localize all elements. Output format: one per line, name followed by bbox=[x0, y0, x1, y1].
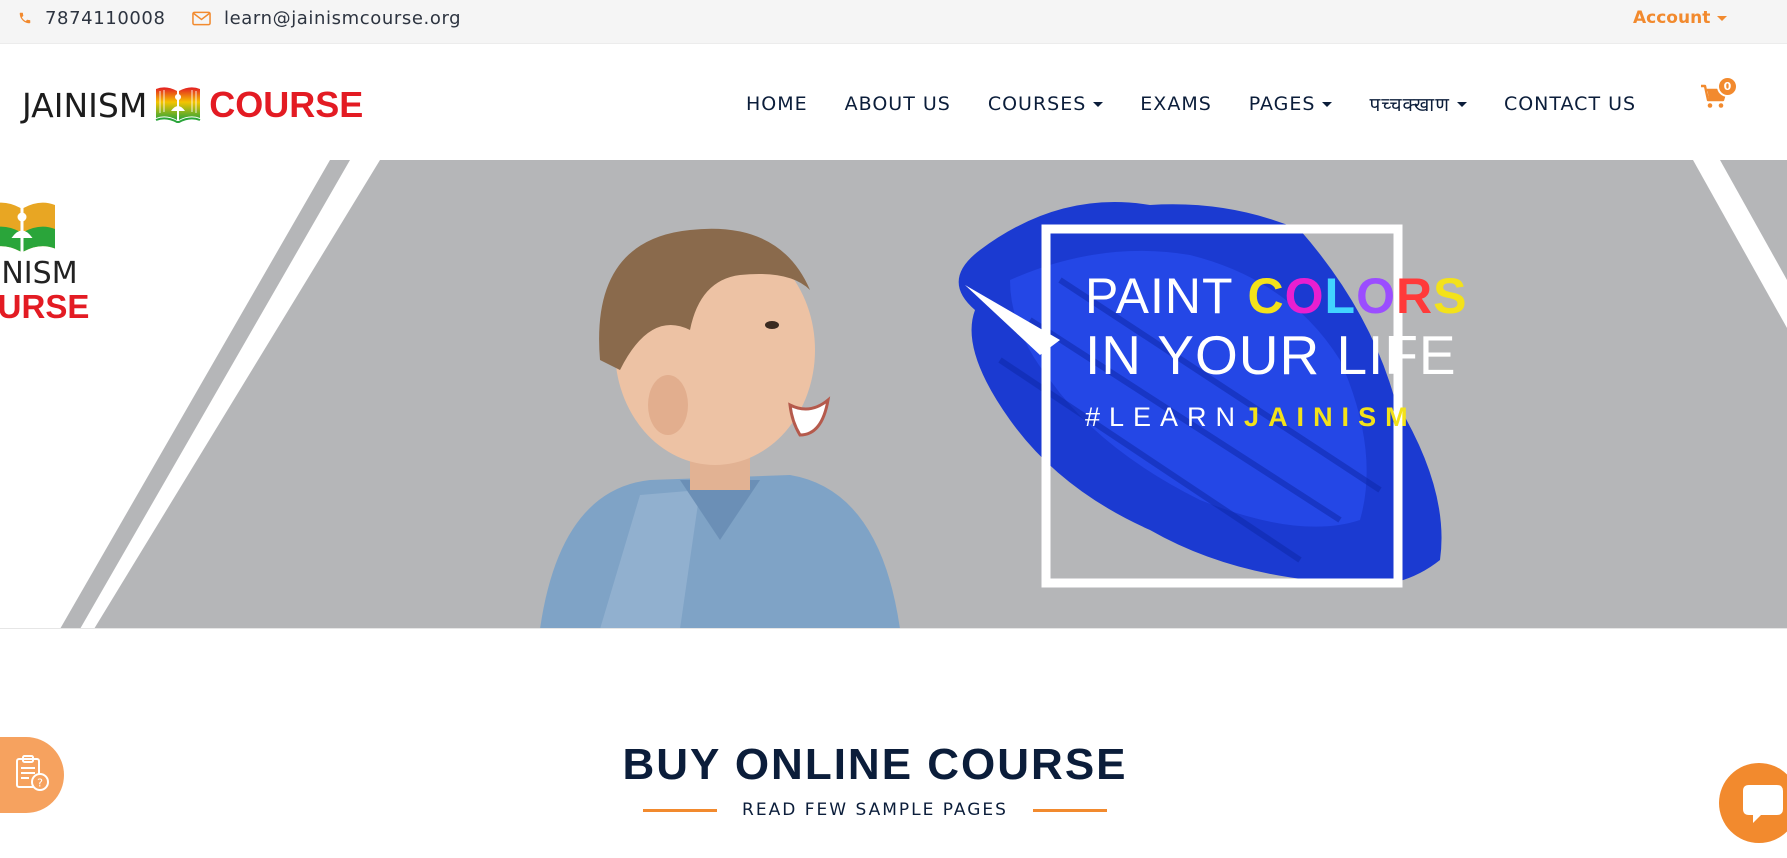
nav-home-label: HOME bbox=[746, 93, 808, 115]
section-title: BUY ONLINE COURSE bbox=[622, 740, 1128, 789]
slogan-colors-letter: C bbox=[1247, 268, 1285, 324]
banner-logo: AINISM OURSE bbox=[0, 196, 112, 326]
envelope-icon bbox=[192, 11, 211, 26]
nav-pages[interactable]: PAGES bbox=[1249, 93, 1333, 115]
slogan-paint: PAINT bbox=[1085, 268, 1248, 324]
section-subtitle: READ FEW SAMPLE PAGES bbox=[742, 800, 1008, 820]
main-nav: HOME ABOUT US COURSES EXAMS PAGES पच्चक्… bbox=[746, 90, 1673, 118]
nav-pachchakkhan[interactable]: पच्चक्खाण bbox=[1369, 91, 1467, 117]
slogan-colors-letter: L bbox=[1324, 268, 1357, 324]
email-address: learn@jainismcourse.org bbox=[224, 7, 462, 29]
cart-count-badge: 0 bbox=[1717, 76, 1738, 97]
slogan-colors-letter: S bbox=[1433, 268, 1468, 324]
phone-icon bbox=[18, 11, 32, 25]
site-header: JAINISM COURSE HOME ABOUT US COURSES EXA… bbox=[0, 44, 1787, 160]
svg-text:?: ? bbox=[37, 777, 43, 790]
nav-courses-label: COURSES bbox=[987, 93, 1087, 115]
slogan-line1: PAINT COLORS bbox=[1085, 268, 1466, 324]
chat-launcher-button[interactable] bbox=[1719, 763, 1787, 843]
logo-word-jainism: JAINISM bbox=[22, 85, 148, 125]
cart-button[interactable]: 0 bbox=[1700, 76, 1738, 118]
hashtag-jainism: JAINISM bbox=[1244, 402, 1417, 432]
banner-logo-word2: OURSE bbox=[0, 288, 90, 325]
nav-exams-label: EXAMS bbox=[1140, 93, 1212, 115]
nav-home[interactable]: HOME bbox=[746, 93, 808, 115]
nav-contact-label: CONTACT US bbox=[1503, 93, 1637, 115]
hero-banner[interactable]: AINISM OURSE PAINT COLORS IN YOUR LIFE #… bbox=[0, 160, 1787, 629]
banner-logo-word1: AINISM bbox=[0, 256, 78, 291]
chevron-down-icon bbox=[1717, 15, 1728, 21]
top-bar: 7874110008 learn@jainismcourse.org Accou… bbox=[0, 0, 1787, 44]
email-contact[interactable]: learn@jainismcourse.org bbox=[192, 0, 461, 36]
clipboard-question-icon: ? bbox=[11, 753, 51, 797]
banner-background bbox=[60, 160, 1787, 628]
nav-courses[interactable]: COURSES bbox=[987, 93, 1104, 115]
shopping-cart-icon bbox=[1700, 84, 1728, 114]
chevron-down-icon bbox=[1456, 101, 1467, 107]
chevron-down-icon bbox=[1322, 101, 1333, 107]
nav-pages-label: PAGES bbox=[1248, 93, 1316, 115]
slogan-colors-letter: O bbox=[1284, 268, 1325, 324]
nav-exams[interactable]: EXAMS bbox=[1140, 93, 1211, 115]
slogan-line2: IN YOUR LIFE bbox=[1085, 324, 1457, 386]
chevron-down-icon bbox=[1093, 101, 1104, 107]
book-logo-icon bbox=[0, 202, 55, 252]
nav-about-label: ABOUT US bbox=[844, 93, 951, 115]
slogan-hashtag: #LEARNJAINISM bbox=[1085, 402, 1445, 433]
slogan-colors-letter: O bbox=[1356, 268, 1396, 324]
slogan-colors-letter: R bbox=[1396, 268, 1434, 324]
logo-word-course: COURSE bbox=[209, 84, 364, 125]
divider-right bbox=[1033, 809, 1107, 812]
nav-about-us[interactable]: ABOUT US bbox=[845, 93, 951, 115]
account-label: Account bbox=[1633, 8, 1711, 28]
nav-contact-us[interactable]: CONTACT US bbox=[1504, 93, 1636, 115]
hashtag-learn: #LEARN bbox=[1085, 402, 1245, 432]
banner-slogan: PAINT COLORS IN YOUR LIFE #LEARNJAINISM bbox=[1085, 268, 1466, 433]
account-dropdown[interactable]: Account bbox=[1633, 0, 1728, 36]
phone-contact[interactable]: 7874110008 bbox=[18, 0, 166, 36]
nav-pachchakkhan-label: पच्चक्खाण bbox=[1369, 94, 1450, 116]
site-logo[interactable]: JAINISM COURSE bbox=[22, 84, 363, 126]
slogan-colors: COLORS bbox=[1248, 268, 1468, 324]
book-logo-icon bbox=[154, 83, 202, 127]
phone-number: 7874110008 bbox=[45, 7, 166, 29]
